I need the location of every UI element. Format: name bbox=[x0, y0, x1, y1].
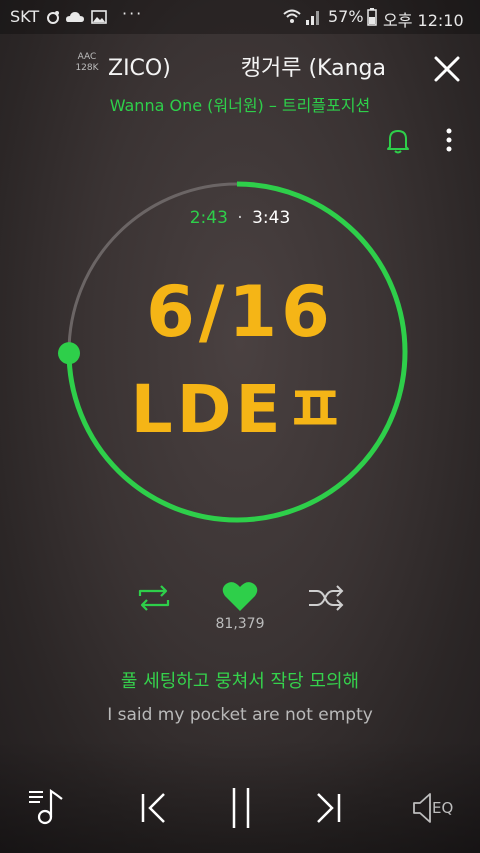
skip-next-icon bbox=[317, 793, 341, 823]
equalizer-button[interactable]: EQ bbox=[412, 790, 460, 826]
previous-button[interactable] bbox=[136, 790, 170, 826]
carrier-label: SKT bbox=[10, 7, 40, 26]
battery-icon bbox=[367, 8, 377, 30]
heart-icon bbox=[222, 582, 258, 611]
status-bar: SKT ··· 57% 오후 12:10 bbox=[0, 0, 480, 34]
more-notifications-icon: ··· bbox=[122, 4, 144, 23]
like-count: 81,379 bbox=[215, 616, 265, 632]
playlist-icon bbox=[29, 788, 63, 825]
speaker-icon bbox=[413, 793, 431, 823]
clock: 오후 12:10 bbox=[383, 11, 464, 30]
time-separator: · bbox=[237, 208, 243, 228]
artist-album-link[interactable]: Wanna One (워너원) – 트리플포지션 bbox=[0, 92, 480, 116]
elapsed-time: 2:43 bbox=[189, 208, 228, 228]
like-button[interactable] bbox=[221, 580, 259, 614]
shuffle-icon bbox=[309, 585, 344, 611]
close-button[interactable] bbox=[430, 52, 464, 86]
next-button[interactable] bbox=[312, 790, 346, 826]
skip-previous-icon bbox=[141, 793, 165, 823]
codec-bitrate: 128K bbox=[75, 63, 99, 73]
codec-format: AAC bbox=[77, 52, 97, 62]
album-art-text-date: 6/16 bbox=[146, 271, 334, 353]
shuffle-button[interactable] bbox=[306, 584, 346, 612]
close-icon bbox=[434, 56, 460, 82]
more-vertical-icon bbox=[446, 128, 452, 152]
pause-button[interactable] bbox=[226, 786, 256, 830]
codec-badge: AAC 128K bbox=[72, 52, 102, 74]
repeat-icon bbox=[138, 585, 170, 611]
song-title: ZICO) 캥거루 (Kanga bbox=[108, 56, 386, 81]
notification-icons bbox=[46, 9, 118, 29]
more-options-button[interactable] bbox=[440, 127, 458, 155]
total-time: 3:43 bbox=[252, 208, 291, 228]
alarm-button[interactable] bbox=[385, 127, 411, 155]
seek-handle[interactable] bbox=[58, 342, 80, 365]
notification-icon-group bbox=[47, 10, 107, 24]
song-title-marquee: ZICO) 캥거루 (Kanga bbox=[108, 50, 408, 84]
repeat-button[interactable] bbox=[134, 582, 174, 614]
wifi-signal-icon bbox=[283, 9, 319, 25]
playlist-button[interactable] bbox=[26, 786, 70, 826]
lyric-current-line[interactable]: 풀 세팅하고 뭉쳐서 작당 모의해 bbox=[0, 667, 480, 693]
playback-time: 2:43 · 3:43 bbox=[0, 208, 480, 228]
pause-icon bbox=[232, 788, 250, 828]
signal-icons bbox=[282, 8, 322, 30]
lyric-next-line[interactable]: I said my pocket are not empty bbox=[0, 705, 480, 725]
album-art-text-word: LDEㅍ bbox=[130, 371, 350, 448]
bell-icon bbox=[387, 130, 409, 154]
eq-label: EQ bbox=[432, 799, 454, 817]
battery-percent: 57% bbox=[328, 7, 364, 26]
